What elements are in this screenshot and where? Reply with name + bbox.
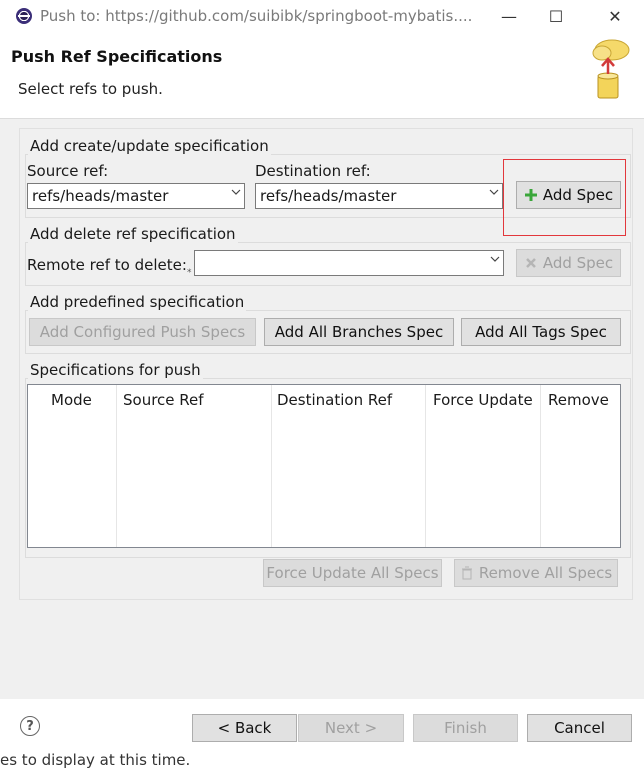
- remote-ref-label: Remote ref to delete:: [27, 256, 187, 274]
- background-window-text: es to display at this time.: [0, 751, 191, 769]
- force-update-all-specs-button[interactable]: Force Update All Specs: [263, 559, 442, 587]
- column-divider: [425, 385, 426, 547]
- delete-ref-group-label: Add delete ref specification: [28, 225, 238, 243]
- column-header-source-ref[interactable]: Source Ref: [123, 391, 204, 409]
- source-ref-label: Source ref:: [27, 162, 109, 180]
- chevron-down-icon: [489, 188, 499, 196]
- remove-all-specs-label: Remove All Specs: [478, 564, 613, 582]
- maximize-icon: ☐: [548, 7, 564, 26]
- add-delete-spec-button[interactable]: Add Spec: [516, 249, 621, 277]
- add-all-tags-spec-button[interactable]: Add All Tags Spec: [461, 318, 621, 346]
- specs-table[interactable]: Mode Source Ref Destination Ref Force Up…: [27, 384, 621, 548]
- next-label: Next >: [324, 719, 378, 737]
- window-title: Push to: https://github.com/suibibk/spri…: [40, 7, 473, 25]
- minimize-icon: —: [501, 7, 517, 26]
- finish-button[interactable]: Finish: [413, 714, 518, 742]
- required-marker: *: [187, 268, 192, 278]
- cancel-label: Cancel: [554, 719, 605, 737]
- chevron-down-icon: [231, 188, 241, 196]
- remote-ref-combo[interactable]: [194, 250, 504, 276]
- back-button[interactable]: < Back: [192, 714, 297, 742]
- delete-icon: [524, 256, 538, 270]
- column-header-force-update[interactable]: Force Update: [433, 391, 533, 409]
- create-update-group-label: Add create/update specification: [28, 137, 271, 155]
- minimize-button[interactable]: —: [486, 0, 532, 33]
- destination-ref-label: Destination ref:: [255, 162, 371, 180]
- help-icon[interactable]: ?: [20, 716, 40, 736]
- column-header-mode[interactable]: Mode: [51, 391, 92, 409]
- column-divider: [271, 385, 272, 547]
- column-divider: [540, 385, 541, 547]
- close-icon: ✕: [608, 7, 622, 26]
- trash-icon: [460, 566, 474, 580]
- add-configured-push-specs-button[interactable]: Add Configured Push Specs: [29, 318, 256, 346]
- source-ref-value: refs/heads/master: [32, 187, 169, 205]
- add-all-branches-spec-button[interactable]: Add All Branches Spec: [264, 318, 454, 346]
- close-button[interactable]: ✕: [592, 0, 638, 33]
- column-header-destination-ref[interactable]: Destination Ref: [277, 391, 392, 409]
- column-divider: [116, 385, 117, 547]
- add-configured-push-specs-label: Add Configured Push Specs: [39, 323, 246, 341]
- source-ref-combo[interactable]: refs/heads/master: [27, 183, 245, 209]
- eclipse-app-icon: [16, 8, 32, 24]
- predefined-group-label: Add predefined specification: [28, 293, 247, 311]
- specs-group-label: Specifications for push: [28, 361, 203, 379]
- column-header-remove[interactable]: Remove: [548, 391, 609, 409]
- finish-label: Finish: [444, 719, 487, 737]
- wizard-header: [0, 33, 644, 119]
- add-all-tags-spec-label: Add All Tags Spec: [475, 323, 607, 341]
- highlight-box: [503, 159, 626, 236]
- add-delete-spec-label: Add Spec: [542, 254, 614, 272]
- page-subtitle: Select refs to push.: [18, 80, 163, 98]
- add-all-branches-spec-label: Add All Branches Spec: [274, 323, 444, 341]
- maximize-button[interactable]: ☐: [533, 0, 579, 33]
- destination-ref-combo[interactable]: refs/heads/master: [255, 183, 503, 209]
- cancel-button[interactable]: Cancel: [527, 714, 632, 742]
- page-title: Push Ref Specifications: [11, 47, 223, 66]
- destination-ref-value: refs/heads/master: [260, 187, 397, 205]
- push-cloud-icon: [584, 36, 640, 100]
- back-label: < Back: [217, 719, 272, 737]
- next-button[interactable]: Next >: [298, 714, 404, 742]
- force-update-all-specs-label: Force Update All Specs: [266, 564, 439, 582]
- remove-all-specs-button[interactable]: Remove All Specs: [454, 559, 618, 587]
- chevron-down-icon: [490, 255, 500, 263]
